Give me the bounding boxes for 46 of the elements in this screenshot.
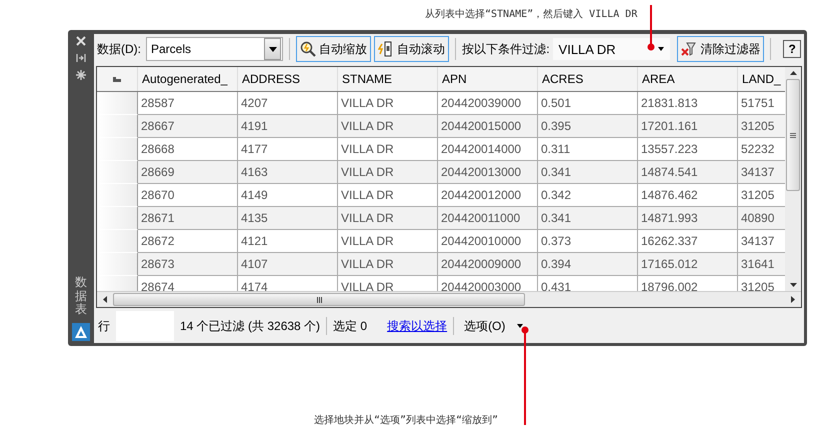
scroll-left-icon[interactable] bbox=[103, 296, 107, 303]
clear-filter-button[interactable]: 清除过滤器 bbox=[677, 36, 764, 62]
search-to-select-link[interactable]: 搜索以选择 bbox=[387, 318, 448, 334]
leader-line bbox=[648, 5, 654, 50]
options-menu-button[interactable]: 选项(O) bbox=[460, 318, 524, 334]
data-dropdown[interactable]: Parcels bbox=[146, 37, 284, 61]
filter-label: 按以下条件过滤: bbox=[462, 40, 550, 58]
scrollbar-icon bbox=[378, 41, 394, 57]
scroll-right-icon[interactable] bbox=[791, 296, 795, 303]
column-header[interactable]: ADDRESS bbox=[237, 67, 338, 91]
selected-count: 选定 0 bbox=[333, 318, 368, 334]
column-header[interactable]: AREA bbox=[637, 67, 738, 91]
dropdown-arrow-icon bbox=[517, 324, 524, 328]
settings-icon[interactable] bbox=[76, 70, 86, 80]
clear-filter-icon bbox=[681, 41, 698, 57]
column-header[interactable]: APN bbox=[437, 67, 538, 91]
filter-combo[interactable]: VILLA DR bbox=[552, 38, 670, 60]
select-all-icon[interactable] bbox=[113, 76, 121, 82]
dropdown-arrow-icon bbox=[658, 47, 664, 51]
data-label: 数据(D): bbox=[97, 40, 141, 58]
vertical-scrollbar[interactable] bbox=[785, 67, 801, 291]
scroll-up-icon[interactable] bbox=[790, 71, 796, 75]
close-icon[interactable] bbox=[76, 36, 86, 46]
grip-icon bbox=[316, 296, 322, 302]
auto-scroll-button[interactable]: 自动滚动 bbox=[374, 36, 450, 62]
palette-title: 数据表 bbox=[75, 276, 87, 316]
rows-label: 行 bbox=[98, 318, 110, 334]
help-button[interactable]: ? bbox=[783, 40, 802, 58]
row-header[interactable] bbox=[97, 253, 138, 276]
magnifier-icon bbox=[300, 41, 316, 57]
scroll-down-icon[interactable] bbox=[790, 283, 796, 287]
filter-count: 14 个已过滤 (共 32638 个) bbox=[180, 318, 320, 334]
column-header[interactable]: Autogenerated_ bbox=[137, 67, 238, 91]
column-header[interactable]: ACRES bbox=[537, 67, 638, 91]
row-header[interactable] bbox=[97, 207, 138, 230]
pin-icon[interactable] bbox=[76, 53, 86, 63]
dropdown-arrow-icon bbox=[268, 46, 277, 52]
column-header[interactable]: STNAME bbox=[337, 67, 438, 91]
annotation-text: 从列表中选择“STNAME”，然后键入 VILLA DR bbox=[425, 9, 638, 20]
auto-zoom-button[interactable]: 自动缩放 bbox=[296, 36, 372, 62]
annotation-text: 选择地块并从“选项”列表中选择“缩放到” bbox=[314, 415, 498, 426]
row-header[interactable] bbox=[97, 115, 138, 138]
row-header[interactable] bbox=[97, 161, 138, 184]
app-logo-icon[interactable] bbox=[72, 323, 90, 341]
horizontal-scrollbar[interactable] bbox=[97, 291, 801, 307]
grip-icon bbox=[790, 132, 796, 138]
